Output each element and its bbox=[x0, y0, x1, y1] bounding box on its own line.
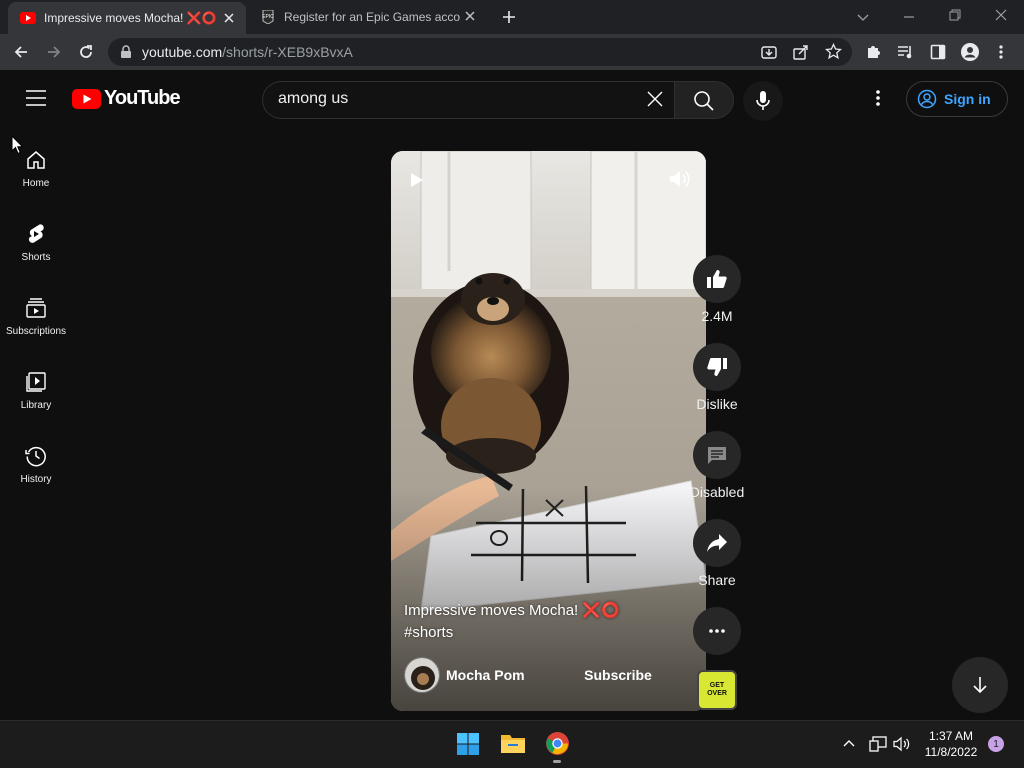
sign-in-label: Sign in bbox=[944, 91, 991, 107]
active-app-indicator bbox=[553, 760, 561, 763]
sidebar-item-library[interactable]: Library bbox=[0, 370, 72, 444]
share-page-icon[interactable] bbox=[793, 44, 809, 60]
profile-icon[interactable] bbox=[960, 42, 980, 62]
play-icon[interactable] bbox=[410, 172, 424, 188]
arrow-down-icon bbox=[973, 677, 987, 694]
search-query-text[interactable]: among us bbox=[278, 90, 348, 108]
sidebar-item-shorts[interactable]: Shorts bbox=[0, 222, 72, 296]
short-hashtag[interactable]: #shorts bbox=[404, 622, 684, 644]
url-host: youtube.com bbox=[142, 44, 223, 60]
account-icon bbox=[917, 89, 937, 109]
thumbs-up-icon bbox=[707, 270, 727, 288]
history-icon bbox=[25, 446, 46, 467]
bookmark-star-icon[interactable] bbox=[825, 43, 842, 60]
share-label: Share bbox=[698, 572, 736, 588]
clock-date: 11/8/2022 bbox=[924, 745, 978, 759]
tab-title: Impressive moves Mocha! ❌⭕ bbox=[44, 11, 217, 25]
tab-search-chevron-icon[interactable] bbox=[856, 10, 870, 24]
chrome-taskbar-icon[interactable] bbox=[545, 731, 570, 756]
install-app-icon[interactable] bbox=[761, 44, 777, 60]
next-short-button[interactable] bbox=[952, 657, 1008, 713]
subscribe-button[interactable]: Subscribe bbox=[572, 660, 664, 690]
comments-label: Disabled bbox=[689, 484, 745, 500]
short-title: Impressive moves Mocha! ❌⭕ #shorts bbox=[404, 600, 684, 644]
dislike-button[interactable] bbox=[693, 343, 741, 391]
channel-name[interactable]: Mocha Pom bbox=[446, 667, 525, 683]
minimize-icon[interactable] bbox=[902, 10, 916, 24]
youtube-logo-icon bbox=[72, 88, 101, 109]
settings-more-icon[interactable] bbox=[875, 89, 881, 107]
thumbs-down-icon bbox=[707, 358, 727, 376]
sidebar-item-label: Library bbox=[20, 400, 52, 411]
sidebar-item-label: Home bbox=[22, 178, 50, 189]
forward-icon[interactable] bbox=[45, 43, 63, 61]
reload-icon[interactable] bbox=[77, 43, 95, 61]
comments-button[interactable] bbox=[693, 431, 741, 479]
library-icon bbox=[26, 372, 46, 392]
like-button[interactable] bbox=[693, 255, 741, 303]
share-button[interactable] bbox=[693, 519, 741, 567]
close-tab-icon[interactable] bbox=[463, 9, 477, 23]
notification-badge[interactable]: 1 bbox=[988, 736, 1004, 752]
back-icon[interactable] bbox=[12, 43, 30, 61]
lock-icon[interactable] bbox=[120, 45, 132, 59]
extensions-icon[interactable] bbox=[865, 43, 882, 60]
audio-thumb-text: GET OVER bbox=[707, 682, 727, 697]
tab-title: Register for an Epic Games acco bbox=[284, 10, 461, 24]
epic-games-favicon-icon: EPIC bbox=[262, 10, 274, 24]
home-icon bbox=[27, 151, 45, 169]
more-horizontal-icon bbox=[709, 629, 725, 633]
tab-youtube[interactable]: Impressive moves Mocha! ❌⭕ bbox=[8, 2, 246, 34]
channel-avatar[interactable] bbox=[404, 657, 440, 693]
search-icon bbox=[694, 91, 714, 111]
share-icon bbox=[707, 534, 727, 552]
sidebar-item-subscriptions[interactable]: Subscriptions bbox=[0, 296, 72, 370]
chrome-menu-icon[interactable] bbox=[998, 44, 1004, 60]
sidebar-item-label: Subscriptions bbox=[5, 326, 67, 337]
clear-search-icon[interactable] bbox=[646, 90, 664, 108]
clock-time: 1:37 AM bbox=[928, 729, 974, 743]
browser-tab-bar: Impressive moves Mocha! ❌⭕ EPIC Register… bbox=[0, 0, 1024, 34]
subscriptions-icon bbox=[26, 298, 46, 318]
microphone-icon bbox=[756, 91, 770, 110]
side-panel-icon[interactable] bbox=[930, 44, 946, 60]
shorts-icon bbox=[28, 224, 44, 243]
sidebar-item-home[interactable]: Home bbox=[0, 148, 72, 222]
media-controls-icon[interactable] bbox=[897, 44, 914, 60]
url-path: /shorts/r-XEB9xBvxA bbox=[222, 44, 353, 60]
url-text[interactable]: youtube.com/shorts/r-XEB9xBvxA bbox=[142, 44, 353, 60]
volume-icon[interactable] bbox=[669, 169, 691, 189]
dislike-label: Dislike bbox=[696, 396, 738, 412]
show-hidden-icons-chevron-icon[interactable] bbox=[842, 737, 856, 749]
new-tab-icon[interactable] bbox=[501, 9, 517, 25]
voice-search-button[interactable] bbox=[743, 81, 783, 121]
audio-source-thumbnail[interactable]: GET OVER bbox=[697, 670, 737, 710]
like-count: 2.4M bbox=[701, 308, 733, 324]
windows-start-icon[interactable] bbox=[456, 732, 480, 756]
sidebar-item-label: History bbox=[20, 474, 52, 485]
comment-icon bbox=[708, 447, 726, 464]
youtube-logo-text: YouTube bbox=[104, 87, 181, 109]
file-explorer-icon[interactable] bbox=[500, 732, 526, 754]
sidebar-item-label: Shorts bbox=[21, 252, 51, 263]
youtube-logo[interactable]: YouTube bbox=[72, 87, 181, 110]
taskbar-clock[interactable]: 1:37 AM 11/8/2022 bbox=[920, 728, 982, 760]
youtube-favicon-icon bbox=[20, 12, 36, 24]
sidebar-item-history[interactable]: History bbox=[0, 444, 72, 518]
more-actions-button[interactable] bbox=[693, 607, 741, 655]
svg-text:EPIC: EPIC bbox=[262, 14, 274, 20]
close-tab-icon[interactable] bbox=[222, 11, 236, 25]
search-button[interactable] bbox=[674, 81, 734, 119]
restore-icon[interactable] bbox=[948, 8, 962, 22]
sign-in-button[interactable]: Sign in bbox=[906, 81, 1008, 117]
close-window-icon[interactable] bbox=[994, 8, 1008, 22]
mouse-cursor-icon bbox=[11, 135, 24, 155]
hamburger-menu-icon[interactable] bbox=[25, 89, 47, 107]
speaker-icon[interactable] bbox=[893, 736, 911, 752]
tab-epic-games[interactable]: EPIC Register for an Epic Games acco bbox=[252, 0, 487, 34]
network-icon[interactable] bbox=[869, 736, 887, 752]
short-title-line: Impressive moves Mocha! ❌⭕ bbox=[404, 602, 620, 619]
